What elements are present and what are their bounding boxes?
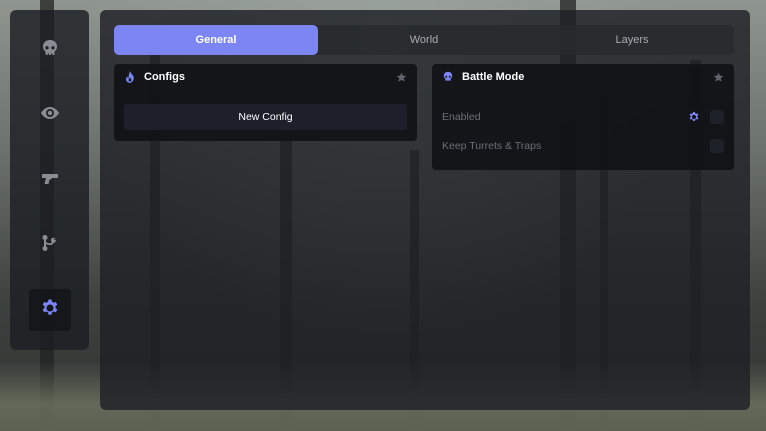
skull-icon (442, 71, 454, 83)
branch-icon (40, 233, 60, 258)
sidebar-item-settings[interactable] (29, 289, 71, 331)
eye-icon (40, 103, 60, 128)
gear-icon (40, 298, 60, 323)
skull-icon (40, 38, 60, 63)
configs-panel: Configs New Config (114, 64, 417, 141)
battle-mode-panel: Battle Mode Enabled Keep Turrets & Traps (432, 64, 734, 170)
tab-bar: General World Layers (114, 25, 734, 55)
favorite-star-icon[interactable] (396, 71, 407, 83)
sidebar-item-misc[interactable] (29, 224, 71, 266)
tab-layers[interactable]: Layers (530, 25, 734, 55)
configs-panel-header: Configs (124, 64, 407, 90)
sidebar (10, 10, 89, 350)
enabled-checkbox[interactable] (710, 110, 724, 124)
option-row-keep-turrets: Keep Turrets & Traps (442, 136, 724, 156)
keep-turrets-checkbox[interactable] (710, 139, 724, 153)
favorite-star-icon[interactable] (713, 71, 724, 83)
main-window: General World Layers Configs New Config … (100, 10, 750, 410)
option-label: Enabled (442, 111, 481, 123)
battle-mode-title: Battle Mode (462, 71, 525, 83)
tab-world[interactable]: World (322, 25, 526, 55)
option-row-enabled: Enabled (442, 107, 724, 127)
gun-icon (40, 168, 60, 193)
sidebar-item-weapons[interactable] (29, 159, 71, 201)
new-config-button[interactable]: New Config (124, 104, 407, 130)
option-label: Keep Turrets & Traps (442, 140, 542, 152)
sidebar-item-visuals[interactable] (29, 94, 71, 136)
tab-general[interactable]: General (114, 25, 318, 55)
battle-mode-panel-header: Battle Mode (442, 64, 724, 90)
configs-title: Configs (144, 71, 185, 83)
flame-icon (124, 71, 136, 83)
sidebar-item-combat[interactable] (29, 29, 71, 71)
gear-icon[interactable] (688, 111, 700, 123)
